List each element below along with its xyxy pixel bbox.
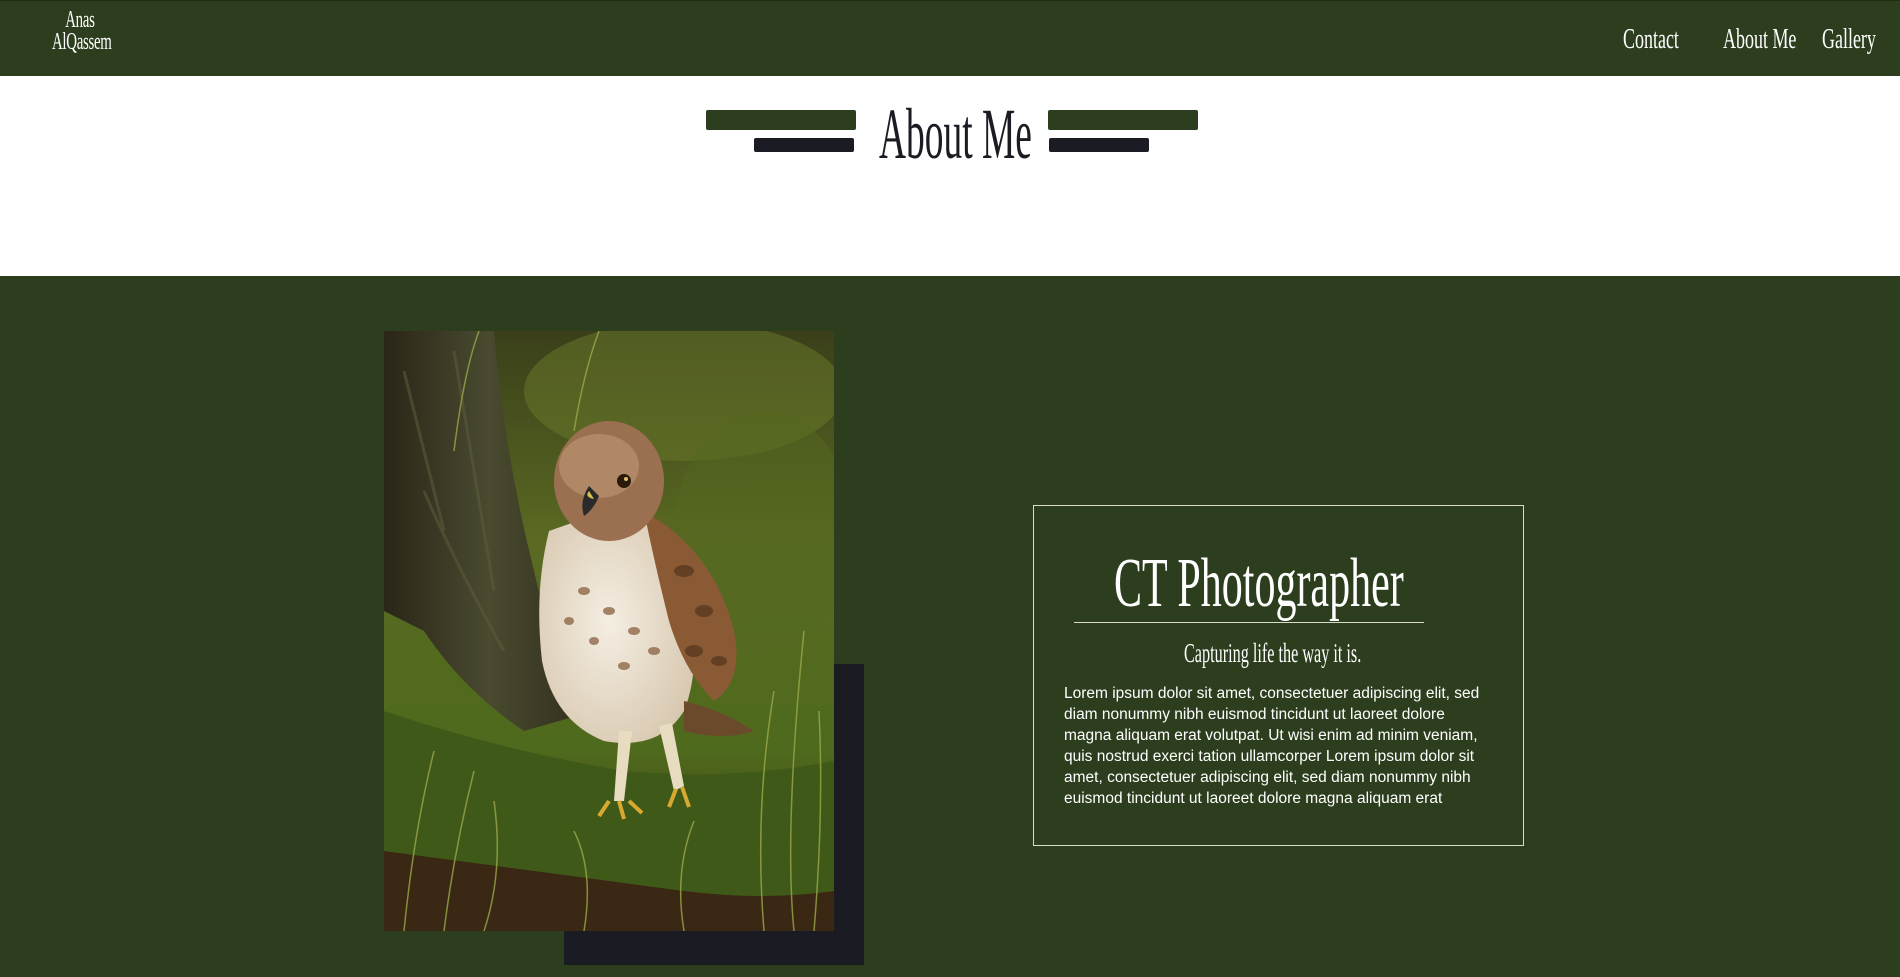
nav-link-contact[interactable]: Contact (1623, 19, 1679, 59)
site-logo[interactable]: Anas AlQassem (52, 7, 112, 55)
decorative-bar-right-green (1048, 110, 1198, 130)
nav-link-about-me[interactable]: About Me (1723, 19, 1796, 59)
logo-first-name: Anas (65, 7, 95, 33)
hawk-photo (384, 331, 834, 931)
card-tagline: Capturing life the way it is. (1184, 638, 1362, 668)
photographer-info-card: CT Photographer Capturing life the way i… (1033, 505, 1524, 846)
page-title: About Me (879, 94, 1032, 174)
card-divider (1074, 622, 1424, 623)
top-nav-bar: Anas AlQassem Contact About Me Gallery (0, 0, 1900, 76)
about-content-section (0, 276, 1900, 977)
decorative-bar-left-green (706, 110, 856, 130)
decorative-bar-left-dark (754, 138, 854, 152)
card-title: CT Photographer (1114, 545, 1404, 622)
logo-last-name: AlQassem (52, 29, 112, 55)
decorative-bar-right-dark (1049, 138, 1149, 152)
nav-link-gallery[interactable]: Gallery (1822, 19, 1876, 59)
card-body-text: Lorem ipsum dolor sit amet, consectetuer… (1064, 685, 1480, 807)
